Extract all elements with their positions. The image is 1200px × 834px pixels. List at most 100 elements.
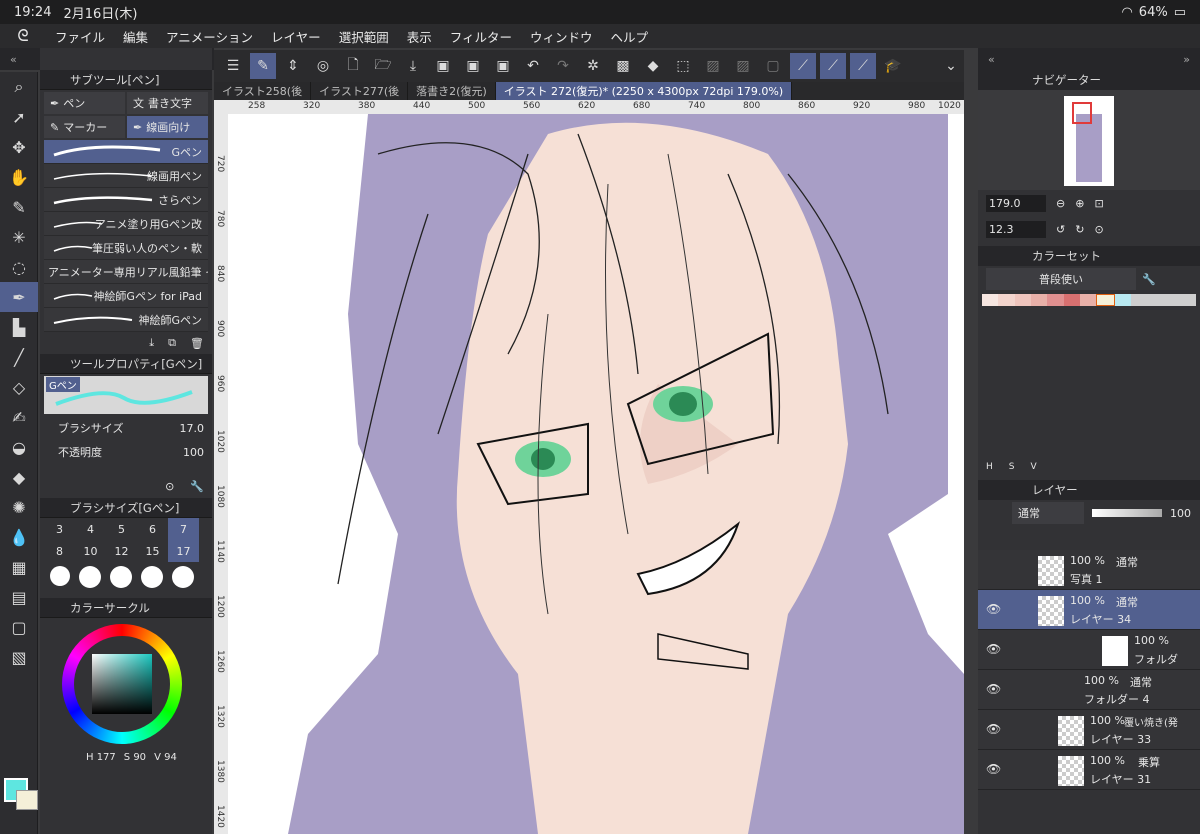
expand-right-icon[interactable]: » [1183,53,1190,66]
chevron-down-icon[interactable]: ⌄ [938,53,964,79]
swatch[interactable] [982,294,999,306]
color-circle[interactable] [40,618,212,748]
brush-tool-icon[interactable]: ╱ [0,342,38,372]
redo-icon[interactable]: ↷ [550,53,576,79]
swatch[interactable] [1030,294,1048,306]
eye-icon[interactable]: 👁 [986,642,1001,656]
subtool-group-lineart[interactable]: ✒ 線画向け [127,116,208,138]
subtool-group-pen[interactable]: ✒ ペン [44,92,125,114]
undo-icon[interactable]: ↶ [520,53,546,79]
operation-tool-icon[interactable]: ➚ [0,102,38,132]
layer-item-selected[interactable]: 👁 100 % 通常 レイヤー 34 [978,590,1200,630]
layer-item[interactable]: 👁 100 % フォルダ [978,630,1200,670]
export-psd-icon[interactable]: ▣ [490,53,516,79]
special-ruler-snap-icon[interactable]: ⟋ [820,53,846,79]
trash-icon[interactable]: 🗑 [190,337,204,350]
transform-icon[interactable]: ⬚ [670,53,696,79]
zoom-value[interactable]: 179.0 [986,194,1046,212]
size-dot[interactable] [79,566,101,588]
gradient-tool-icon[interactable]: ▤ [0,582,38,612]
swatch[interactable] [1096,294,1115,306]
layer-item[interactable]: 👁 100 % 乗算 レイヤー 31 [978,750,1200,790]
opacity-row[interactable]: 不透明度 100 [40,440,212,464]
size-cell[interactable]: 5 [106,518,137,540]
brush-item[interactable]: アニメーター専用リアル風鉛筆 そ [44,260,208,284]
navigator-preview[interactable] [978,90,1200,190]
fill-tool-icon[interactable]: ◆ [0,462,38,492]
move-layer-tool-icon[interactable]: ✥ [0,132,38,162]
edit-toolbar-icon[interactable]: ✎ [250,53,276,79]
drawing-canvas[interactable] [228,114,964,834]
app-logo-icon[interactable]: ᘓ [0,26,46,46]
ruler-tool-icon[interactable]: ▧ [0,642,38,672]
layer-item[interactable]: 100 % 通常 写真 1 [978,550,1200,590]
deselect-icon[interactable]: ▨ [700,53,726,79]
effect-line-tool-icon[interactable]: ✺ [0,492,38,522]
size-cell[interactable]: 8 [44,540,75,562]
material-tool-icon[interactable]: ▦ [0,552,38,582]
zoom-out-icon[interactable]: ⊖ [1056,197,1065,210]
menu-view[interactable]: 表示 [398,27,441,46]
swatch[interactable] [1047,294,1064,306]
wrench-icon[interactable]: 🔧 [1142,273,1156,286]
eye-icon[interactable]: 👁 [986,762,1001,776]
subtool-group-marker[interactable]: ✎ マーカー [44,116,125,138]
swatch[interactable] [1063,294,1080,306]
menu-layer[interactable]: レイヤー [262,27,330,46]
swatch[interactable] [1114,294,1131,306]
layer-opacity-value[interactable]: 100 [1170,507,1191,520]
duplicate-icon[interactable]: ⧉ [168,336,176,350]
doc-tab-active[interactable]: イラスト 272(復元)* (2250 x 4300px 72dpi 179.0… [495,82,793,100]
swatch[interactable] [1014,294,1031,306]
collapse-left-icon[interactable]: « [10,53,17,66]
blend-tool-icon[interactable]: ✍ [0,402,38,432]
show-selection-icon[interactable]: ▢ [760,53,786,79]
opacity-slider[interactable] [1092,509,1162,517]
brush-item[interactable]: アニメ塗り用Gペン改 [44,212,208,236]
doc-tab[interactable]: 落書き2(復元) [408,82,496,100]
size-cell[interactable]: 17 [168,540,199,562]
wrench-icon[interactable]: 🔧 [190,480,204,493]
lasso-tool-icon[interactable]: ◌ [0,252,38,282]
layer-item[interactable]: 👁 100 % 覆い焼き(発 レイヤー 33 [978,710,1200,750]
menu-window[interactable]: ウィンドウ [521,27,602,46]
swatch[interactable] [1130,294,1197,306]
swatch[interactable] [1079,294,1097,306]
invert-selection-icon[interactable]: ▨ [730,53,756,79]
blend-mode-dropdown[interactable]: 通常 [1012,502,1084,524]
new-file-icon[interactable]: 🗋 [340,53,366,79]
eraser-tool-icon[interactable]: ◇ [0,372,38,402]
spiral-icon[interactable]: ◎ [310,53,336,79]
menu-edit[interactable]: 編集 [114,27,157,46]
size-dot[interactable] [110,566,132,588]
pen-tool-icon[interactable]: ✒ [0,282,38,312]
eyedropper-tool-icon[interactable]: ✎ [0,192,38,222]
import-icon[interactable]: ⤓ [149,336,154,350]
menu-filter[interactable]: フィルター [441,27,521,46]
size-cell[interactable]: 12 [106,540,137,562]
rotate-left-icon[interactable]: ↺ [1056,223,1065,236]
fill-icon[interactable]: ◆ [640,53,666,79]
menu-icon[interactable]: ☰ [220,53,246,79]
swatch[interactable] [998,294,1015,306]
learn-icon[interactable]: 🎓 [880,53,906,79]
menu-help[interactable]: ヘルプ [602,27,658,46]
brush-item[interactable]: 筆圧弱い人のペン・軟 [44,236,208,260]
zoom-tool-icon[interactable]: ⌕ [0,72,38,102]
zoom-in-icon[interactable]: ⊕ [1075,197,1084,210]
brush-item[interactable]: 神絵師Gペン [44,308,208,332]
export-png-icon[interactable]: ▣ [460,53,486,79]
brush-item[interactable]: Gペン [44,140,208,164]
doc-tab[interactable]: イラスト258(後 [214,82,312,100]
sub-color-swatch[interactable] [16,790,38,810]
subtool-group-lettering[interactable]: 文書き文字 [127,92,208,114]
size-cell[interactable]: 15 [137,540,168,562]
export-jpg-icon[interactable]: ▣ [430,53,456,79]
eye-icon[interactable]: 👁 [986,682,1001,696]
frame-tool-icon[interactable]: ▢ [0,612,38,642]
sv-square[interactable] [92,654,152,714]
brush-size-row[interactable]: ブラシサイズ 17.0 [40,416,212,440]
menu-selection[interactable]: 選択範囲 [330,27,398,46]
updown-icon[interactable]: ⇕ [280,53,306,79]
ruler-snap-icon[interactable]: ⟋ [790,53,816,79]
